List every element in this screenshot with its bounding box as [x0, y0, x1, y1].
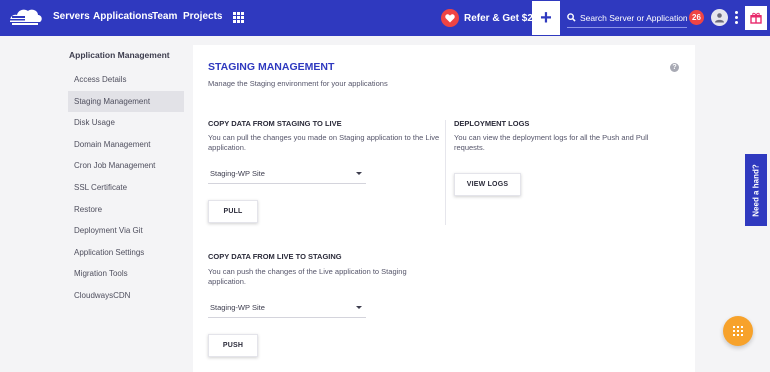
- deployment-logs-title: DEPLOYMENT LOGS: [454, 119, 530, 128]
- heart-icon: [441, 9, 459, 27]
- grid-icon: [732, 325, 744, 337]
- sidebar-item-cloudwayscdn[interactable]: CloudwaysCDN: [68, 285, 188, 307]
- refer-button[interactable]: Refer & Get $20: [441, 8, 538, 28]
- staging-management-panel: STAGING MANAGEMENT Manage the Staging en…: [193, 45, 695, 372]
- need-a-hand-tab[interactable]: Need a hand?: [745, 154, 767, 226]
- staging-to-live-select-value: Staging-WP Site: [210, 169, 265, 178]
- more-menu-icon[interactable]: [735, 11, 738, 24]
- view-logs-button[interactable]: VIEW LOGS: [454, 173, 521, 196]
- sidebar-item-disk-usage[interactable]: Disk Usage: [68, 112, 188, 134]
- staging-to-live-select[interactable]: Staging-WP Site: [208, 164, 366, 184]
- need-a-hand-label: Need a hand?: [751, 163, 761, 217]
- chevron-down-icon: [356, 306, 362, 309]
- sidebar-item-deployment-via-git[interactable]: Deployment Via Git: [68, 220, 188, 242]
- search-placeholder: Search Server or Application: [579, 12, 687, 23]
- add-button[interactable]: +: [532, 1, 560, 35]
- sidebar-item-application-settings[interactable]: Application Settings: [68, 242, 188, 264]
- gift-icon: [750, 12, 762, 24]
- chevron-down-icon: [356, 172, 362, 175]
- cloudways-logo-icon[interactable]: [8, 7, 44, 29]
- live-to-staging-description: You can push the changes of the Live app…: [208, 267, 407, 286]
- plus-icon: +: [540, 6, 552, 29]
- staging-to-live-description: You can pull the changes you made on Sta…: [208, 133, 440, 152]
- top-navigation-bar: Servers Applications Team Projects Refer…: [0, 0, 770, 36]
- pull-button[interactable]: PULL: [208, 200, 258, 223]
- gift-button[interactable]: [745, 6, 767, 30]
- nav-applications[interactable]: Applications: [93, 11, 153, 22]
- nav-team[interactable]: Team: [152, 11, 177, 22]
- apps-grid-icon[interactable]: [233, 12, 244, 23]
- page-title: STAGING MANAGEMENT: [208, 61, 335, 73]
- sidebar-item-ssl-certificate[interactable]: SSL Certificate: [68, 177, 188, 199]
- floating-menu-button[interactable]: [723, 316, 753, 346]
- search-field[interactable]: Search Server or Application: [567, 8, 687, 28]
- live-to-staging-select[interactable]: Staging-WP Site: [208, 298, 366, 318]
- sidebar-item-staging-management[interactable]: Staging Management: [68, 90, 184, 113]
- refer-label: Refer & Get $20: [464, 12, 539, 24]
- sidebar-item-access-details[interactable]: Access Details: [68, 69, 188, 91]
- sidebar-item-domain-management[interactable]: Domain Management: [68, 134, 188, 156]
- sidebar-item-migration-tools[interactable]: Migration Tools: [68, 263, 188, 285]
- notification-badge[interactable]: 26: [689, 10, 704, 25]
- push-button[interactable]: PUSH: [208, 334, 258, 357]
- search-icon: [567, 13, 576, 22]
- help-icon[interactable]: ?: [670, 63, 679, 72]
- application-management-sidebar: Application Management Access Details St…: [68, 50, 188, 307]
- nav-projects[interactable]: Projects: [183, 11, 222, 22]
- deployment-logs-description: You can view the deployment logs for all…: [454, 133, 649, 152]
- staging-to-live-title: COPY DATA FROM STAGING TO LIVE: [208, 119, 342, 128]
- page-subtitle: Manage the Staging environment for your …: [208, 79, 388, 88]
- sidebar-title: Application Management: [69, 50, 170, 60]
- sidebar-item-cron-job-management[interactable]: Cron Job Management: [68, 155, 188, 177]
- live-to-staging-title: COPY DATA FROM LIVE TO STAGING: [208, 252, 342, 261]
- sidebar-item-restore[interactable]: Restore: [68, 199, 188, 221]
- user-avatar-icon[interactable]: [711, 9, 728, 26]
- live-to-staging-select-value: Staging-WP Site: [210, 303, 265, 312]
- section-divider: [445, 120, 446, 225]
- nav-servers[interactable]: Servers: [53, 11, 90, 22]
